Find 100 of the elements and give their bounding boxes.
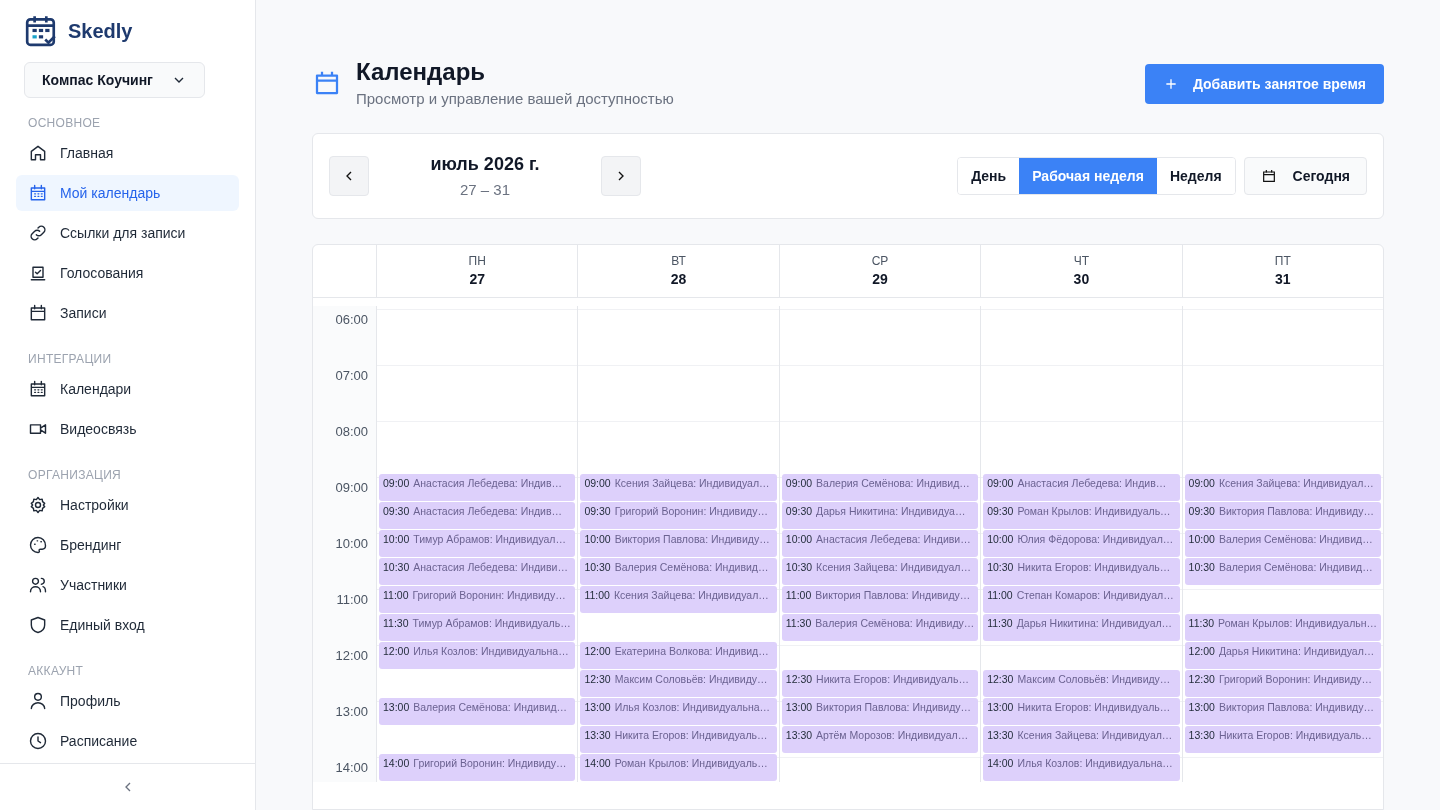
event-block[interactable]: 11:00 Степан Комаров: Индивидуал… [983, 586, 1180, 613]
calendar-icon [1260, 168, 1277, 184]
event-block[interactable]: 11:00 Ксения Зайцева: Индивидуал… [580, 586, 777, 613]
event-block[interactable]: 13:00 Виктория Павлова: Индивиду… [781, 698, 979, 725]
event-block[interactable]: 12:00 Илья Козлов: Индивидуальна… [379, 642, 576, 669]
day-number: 28 [669, 271, 688, 287]
sidebar-item[interactable]: Настройки [16, 487, 239, 524]
event-block[interactable]: 12:30 Никита Егоров: Индивидуаль… [781, 670, 979, 697]
event-block[interactable]: 09:30 Анастасия Лебедева: Индив… [379, 502, 576, 529]
event-title: Валерия Семёнова: Индивид… [816, 477, 970, 489]
event-block[interactable]: 09:30 Дарья Никитина: Индивидуа… [781, 502, 979, 529]
event-block[interactable]: 09:30 Григорий Воронин: Индивиду… [580, 502, 777, 529]
event-time: 09:30 [383, 505, 410, 517]
sidebar-item[interactable]: Участники [16, 567, 239, 604]
event-title: Анастасия Лебедева: Индив… [413, 505, 563, 517]
event-title: Анастасия Лебедева: Индив… [1017, 477, 1167, 489]
workspace-dropdown[interactable]: Компас Коучинг [24, 62, 205, 99]
today-button[interactable]: Сегодня [1243, 157, 1367, 195]
event-block[interactable]: 10:00 Юлия Фёдорова: Индивидуал… [983, 530, 1180, 557]
event-block[interactable]: 09:30 Роман Крылов: Индивидуаль… [983, 502, 1180, 529]
hour-label: 09:00 [334, 479, 369, 497]
event-block[interactable]: 09:00 Анастасия Лебедева: Индив… [379, 474, 576, 501]
sidebar-item[interactable]: Профиль [16, 683, 239, 720]
view-tab[interactable]: Рабочая неделя [1019, 158, 1157, 194]
event-block[interactable]: 12:30 Максим Соловьёв: Индивиду… [983, 670, 1180, 697]
sidebar-item[interactable]: Брендинг [16, 527, 239, 564]
day-number: 30 [1072, 271, 1091, 287]
event-time: 10:00 [987, 533, 1014, 545]
event-block[interactable]: 13:30 Никита Егоров: Индивидуаль… [580, 726, 777, 753]
event-block[interactable]: 14:00 Илья Козлов: Индивидуальна… [983, 754, 1180, 781]
event-block[interactable]: 13:30 Ксения Зайцева: Индивидуал… [983, 726, 1180, 753]
event-block[interactable]: 13:00 Виктория Павлова: Индивиду… [1184, 698, 1381, 725]
previous-button[interactable] [329, 156, 369, 196]
add-busy-time-button[interactable]: Добавить занятое время [1144, 64, 1384, 104]
event-title: Валерия Семёнова: Индивиду… [815, 617, 975, 629]
sidebar-item[interactable]: Единый вход [16, 607, 239, 644]
event-block[interactable]: 10:00 Анастасия Лебедева: Индиви… [781, 530, 979, 557]
event-time: 09:30 [1188, 505, 1215, 517]
event-block[interactable]: 09:00 Ксения Зайцева: Индивидуал… [1184, 474, 1381, 501]
day-number: 31 [1274, 271, 1292, 287]
event-block[interactable]: 14:00 Григорий Воронин: Индивиду… [379, 754, 576, 781]
event-block[interactable]: 14:00 Роман Крылов: Индивидуаль… [580, 754, 777, 781]
event-title: Илья Козлов: Индивидуальна… [614, 701, 771, 713]
calendar-logo-icon [24, 14, 58, 48]
event-block[interactable]: 11:30 Дарья Никитина: Индивидуал… [983, 614, 1180, 641]
sidebar-item[interactable]: Мой календарь [16, 175, 239, 212]
sidebar-item[interactable]: Видеосвязь [16, 411, 239, 448]
event-block[interactable]: 10:30 Никита Егоров: Индивидуаль… [983, 558, 1180, 585]
next-button[interactable] [601, 156, 641, 196]
event-block[interactable]: 13:00 Валерия Семёнова: Индивид… [379, 698, 576, 725]
hour-label: 06:00 [334, 311, 369, 329]
event-block[interactable]: 12:00 Дарья Никитина: Индивидуал… [1184, 642, 1381, 669]
event-block[interactable]: 10:00 Валерия Семёнова: Индивид… [1184, 530, 1381, 557]
sidebar-item[interactable]: Главная [16, 135, 239, 172]
sidebar-item[interactable]: Записи [16, 295, 239, 332]
event-time: 09:00 [1188, 477, 1215, 489]
event-block[interactable]: 10:30 Ксения Зайцева: Индивидуал… [781, 558, 979, 585]
day-number: 27 [468, 271, 486, 287]
event-title: Дарья Никитина: Индивидуал… [1016, 617, 1173, 629]
event-block[interactable]: 10:00 Виктория Павлова: Индивиду… [580, 530, 777, 557]
event-block[interactable]: 10:30 Валерия Семёнова: Индивид… [580, 558, 777, 585]
event-block[interactable]: 12:00 Екатерина Волкова: Индивид… [580, 642, 777, 669]
event-block[interactable]: 11:30 Валерия Семёнова: Индивиду… [781, 614, 979, 641]
event-time: 13:00 [383, 701, 410, 713]
link-icon [28, 223, 48, 244]
event-block[interactable]: 10:00 Тимур Абрамов: Индивидуал… [379, 530, 576, 557]
event-time: 12:00 [584, 645, 611, 657]
hour-label: 13:00 [334, 703, 369, 721]
event-time: 09:00 [785, 477, 813, 489]
event-title: Григорий Воронин: Индивиду… [614, 505, 768, 517]
event-title: Ксения Зайцева: Индивидуал… [1017, 729, 1173, 741]
event-block[interactable]: 11:30 Роман Крылов: Индивидуальн… [1184, 614, 1381, 641]
event-block[interactable]: 09:30 Виктория Павлова: Индивиду… [1184, 502, 1381, 529]
event-block[interactable]: 13:30 Никита Егоров: Индивидуаль… [1184, 726, 1381, 753]
event-block[interactable]: 11:00 Григорий Воронин: Индивиду… [379, 586, 576, 613]
event-block[interactable]: 11:30 Тимур Абрамов: Индивидуаль… [379, 614, 576, 641]
event-block[interactable]: 12:30 Григорий Воронин: Индивиду… [1184, 670, 1381, 697]
event-block[interactable]: 12:30 Максим Соловьёв: Индивиду… [580, 670, 777, 697]
hour-label: 12:00 [334, 647, 369, 665]
event-title: Анастасия Лебедева: Индиви… [413, 561, 568, 573]
event-block[interactable]: 10:30 Валерия Семёнова: Индивид… [1184, 558, 1381, 585]
event-block[interactable]: 09:00 Валерия Семёнова: Индивид… [781, 474, 979, 501]
event-title: Никита Егоров: Индивидуаль… [816, 673, 969, 685]
sidebar-item[interactable]: Расписание [16, 723, 239, 760]
event-block[interactable]: 13:00 Илья Козлов: Индивидуальна… [580, 698, 777, 725]
section-heading: ОРГАНИЗАЦИЯ [27, 467, 123, 485]
sidebar-item[interactable]: Ссылки для записи [16, 215, 239, 252]
hour-label: 07:00 [334, 367, 369, 385]
weekday-label: ЧТ [1072, 254, 1091, 268]
event-block[interactable]: 10:30 Анастасия Лебедева: Индиви… [379, 558, 576, 585]
sidebar-item[interactable]: Календари [16, 371, 239, 408]
event-title: Артём Морозов: Индивидуал… [816, 729, 969, 741]
event-block[interactable]: 09:00 Анастасия Лебедева: Индив… [983, 474, 1180, 501]
sidebar-item[interactable]: Голосования [16, 255, 239, 292]
event-title: Тимур Абрамов: Индивидуал… [413, 533, 566, 545]
event-block[interactable]: 13:00 Никита Егоров: Индивидуаль… [983, 698, 1180, 725]
event-block[interactable]: 09:00 Ксения Зайцева: Индивидуал… [580, 474, 777, 501]
event-block[interactable]: 13:30 Артём Морозов: Индивидуал… [781, 726, 979, 753]
event-time: 11:00 [383, 589, 409, 601]
event-block[interactable]: 11:00 Виктория Павлова: Индивиду… [781, 586, 979, 613]
